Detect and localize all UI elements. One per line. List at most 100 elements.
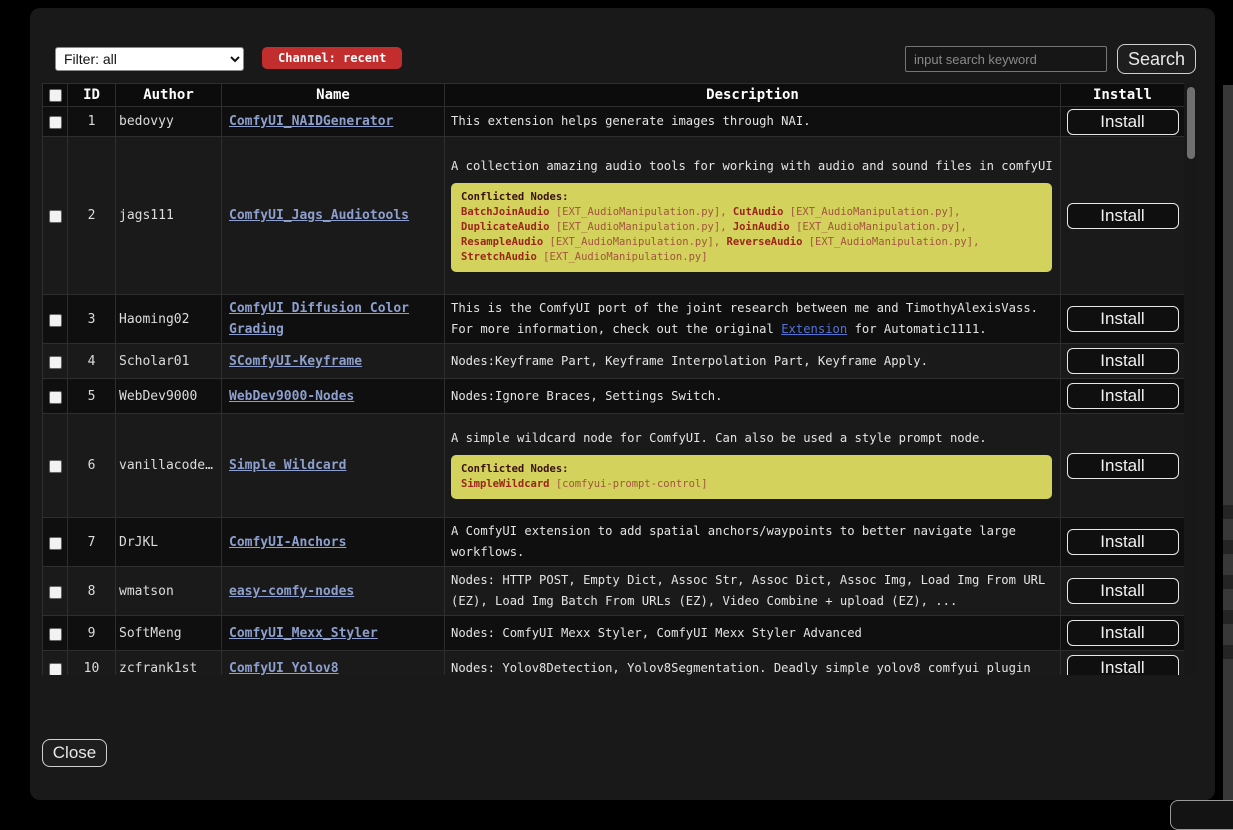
install-button[interactable]: Install xyxy=(1067,655,1179,675)
background-app-edge xyxy=(1223,85,1233,815)
conflict-title: Conflicted Nodes: xyxy=(461,190,1042,205)
install-button[interactable]: Install xyxy=(1067,578,1179,604)
conflict-node-source: [EXT_AudioManipulation.py] xyxy=(790,221,961,233)
conflict-node-name: StretchAudio xyxy=(461,251,537,263)
node-name-link[interactable]: ComfyUI_Jags_Audiotools xyxy=(229,208,409,223)
row-author: SoftMeng xyxy=(116,616,222,651)
conflict-title: Conflicted Nodes: xyxy=(461,462,1042,477)
row-id: 9 xyxy=(68,616,116,651)
table-row: 1 bedovyy ComfyUI_NAIDGenerator This ext… xyxy=(43,107,1185,137)
table-row: 8 wmatson easy-comfy-nodes Nodes: HTTP P… xyxy=(43,567,1185,616)
conflict-node-name: JoinAudio xyxy=(733,221,790,233)
install-button[interactable]: Install xyxy=(1067,453,1179,479)
node-name-link[interactable]: ComfyUI-Anchors xyxy=(229,535,346,550)
row-checkbox[interactable] xyxy=(49,116,62,129)
description-text: This extension helps generate images thr… xyxy=(451,114,811,128)
row-author: Haoming02 xyxy=(116,295,222,344)
table-row: 5 WebDev9000 WebDev9000-Nodes Nodes:Igno… xyxy=(43,379,1185,414)
row-checkbox[interactable] xyxy=(49,663,62,676)
background-menu-fragment xyxy=(1223,610,1233,624)
row-checkbox[interactable] xyxy=(49,537,62,550)
install-button[interactable]: Install xyxy=(1067,109,1179,135)
install-button[interactable]: Install xyxy=(1067,348,1179,374)
table-row: 9 SoftMeng ComfyUI_Mexx_Styler Nodes: Co… xyxy=(43,616,1185,651)
description-link[interactable]: Extension xyxy=(781,322,847,336)
node-name-link[interactable]: ComfyUI_Mexx_Styler xyxy=(229,626,378,641)
header-name: Name xyxy=(222,84,445,107)
row-checkbox[interactable] xyxy=(49,586,62,599)
install-button[interactable]: Install xyxy=(1067,306,1179,332)
node-name-link[interactable]: WebDev9000-Nodes xyxy=(229,389,354,404)
conflicted-nodes-warning: Conflicted Nodes:SimpleWildcard [comfyui… xyxy=(451,455,1052,499)
conflict-node-source: [EXT_AudioManipulation.py] xyxy=(550,221,721,233)
channel-badge[interactable]: Channel: recent xyxy=(262,47,402,69)
close-button[interactable]: Close xyxy=(42,739,107,767)
table-scrollbar-track[interactable] xyxy=(1184,83,1198,675)
row-description: Nodes:Ignore Braces, Settings Switch. xyxy=(445,379,1061,414)
row-checkbox[interactable] xyxy=(49,314,62,327)
node-name-link[interactable]: ComfyUI_NAIDGenerator xyxy=(229,114,393,129)
filter-select[interactable]: Filter: all xyxy=(55,47,244,71)
table-scrollbar-thumb[interactable] xyxy=(1187,87,1195,159)
row-id: 4 xyxy=(68,344,116,379)
description-text: A collection amazing audio tools for wor… xyxy=(451,159,1053,173)
description-text: A ComfyUI extension to add spatial ancho… xyxy=(451,524,1016,559)
row-checkbox[interactable] xyxy=(49,391,62,404)
custom-nodes-table-container: ID Author Name Description Install 1 bed… xyxy=(42,83,1198,675)
header-id: ID xyxy=(68,84,116,107)
install-button[interactable]: Install xyxy=(1067,203,1179,229)
row-description: Nodes:Keyframe Part, Keyframe Interpolat… xyxy=(445,344,1061,379)
row-author: jags111 xyxy=(116,137,222,295)
install-button[interactable]: Install xyxy=(1067,529,1179,555)
install-button[interactable]: Install xyxy=(1067,383,1179,409)
row-author: vanillacode… xyxy=(116,414,222,518)
description-text: Nodes:Keyframe Part, Keyframe Interpolat… xyxy=(451,354,928,368)
row-description: A collection amazing audio tools for wor… xyxy=(445,137,1061,295)
node-name-link[interactable]: ComfyUI Diffusion Color Grading xyxy=(229,301,409,337)
table-body: 1 bedovyy ComfyUI_NAIDGenerator This ext… xyxy=(43,107,1185,676)
row-id: 5 xyxy=(68,379,116,414)
row-author: WebDev9000 xyxy=(116,379,222,414)
background-partial-button xyxy=(1170,800,1233,830)
conflict-node-source: [EXT_AudioManipulation.py] xyxy=(802,236,973,248)
row-description: A simple wildcard node for ComfyUI. Can … xyxy=(445,414,1061,518)
node-name-link[interactable]: ComfyUI Yolov8 xyxy=(229,661,339,676)
conflict-node-name: DuplicateAudio xyxy=(461,221,550,233)
node-name-link[interactable]: easy-comfy-nodes xyxy=(229,584,354,599)
row-checkbox[interactable] xyxy=(49,460,62,473)
header-author: Author xyxy=(116,84,222,107)
background-menu-fragment xyxy=(1223,575,1233,589)
description-text: A simple wildcard node for ComfyUI. Can … xyxy=(451,431,987,445)
select-all-checkbox[interactable] xyxy=(49,89,62,102)
row-id: 1 xyxy=(68,107,116,137)
node-name-link[interactable]: Simple Wildcard xyxy=(229,458,346,473)
row-author: wmatson xyxy=(116,567,222,616)
custom-nodes-table: ID Author Name Description Install 1 bed… xyxy=(42,83,1185,675)
conflict-items: SimpleWildcard [comfyui-prompt-control] xyxy=(461,477,1042,492)
row-id: 2 xyxy=(68,137,116,295)
table-row: 6 vanillacode… Simple Wildcard A simple … xyxy=(43,414,1185,518)
description-text: Nodes: ComfyUI Mexx Styler, ComfyUI Mexx… xyxy=(451,626,862,640)
search-input[interactable] xyxy=(905,46,1107,72)
row-id: 7 xyxy=(68,518,116,567)
row-author: bedovyy xyxy=(116,107,222,137)
search-button[interactable]: Search xyxy=(1117,44,1196,74)
row-description: Nodes: ComfyUI Mexx Styler, ComfyUI Mexx… xyxy=(445,616,1061,651)
node-name-link[interactable]: SComfyUI-Keyframe xyxy=(229,354,362,369)
conflict-node-source: [EXT_AudioManipulation.py] xyxy=(543,236,714,248)
description-text: Nodes:Ignore Braces, Settings Switch. xyxy=(451,389,723,403)
conflict-node-name: ResampleAudio xyxy=(461,236,543,248)
row-checkbox[interactable] xyxy=(49,356,62,369)
table-row: 4 Scholar01 SComfyUI-Keyframe Nodes:Keyf… xyxy=(43,344,1185,379)
row-checkbox[interactable] xyxy=(49,210,62,223)
row-author: DrJKL xyxy=(116,518,222,567)
conflict-node-name: SimpleWildcard xyxy=(461,478,550,490)
install-button[interactable]: Install xyxy=(1067,620,1179,646)
conflicted-nodes-warning: Conflicted Nodes:BatchJoinAudio [EXT_Aud… xyxy=(451,183,1052,272)
table-row: 10 zcfrank1st ComfyUI Yolov8 Nodes: Yolo… xyxy=(43,651,1185,676)
table-row: 7 DrJKL ComfyUI-Anchors A ComfyUI extens… xyxy=(43,518,1185,567)
conflict-node-name: BatchJoinAudio xyxy=(461,206,550,218)
table-row: 2 jags111 ComfyUI_Jags_Audiotools A coll… xyxy=(43,137,1185,295)
row-description: A ComfyUI extension to add spatial ancho… xyxy=(445,518,1061,567)
row-checkbox[interactable] xyxy=(49,628,62,641)
